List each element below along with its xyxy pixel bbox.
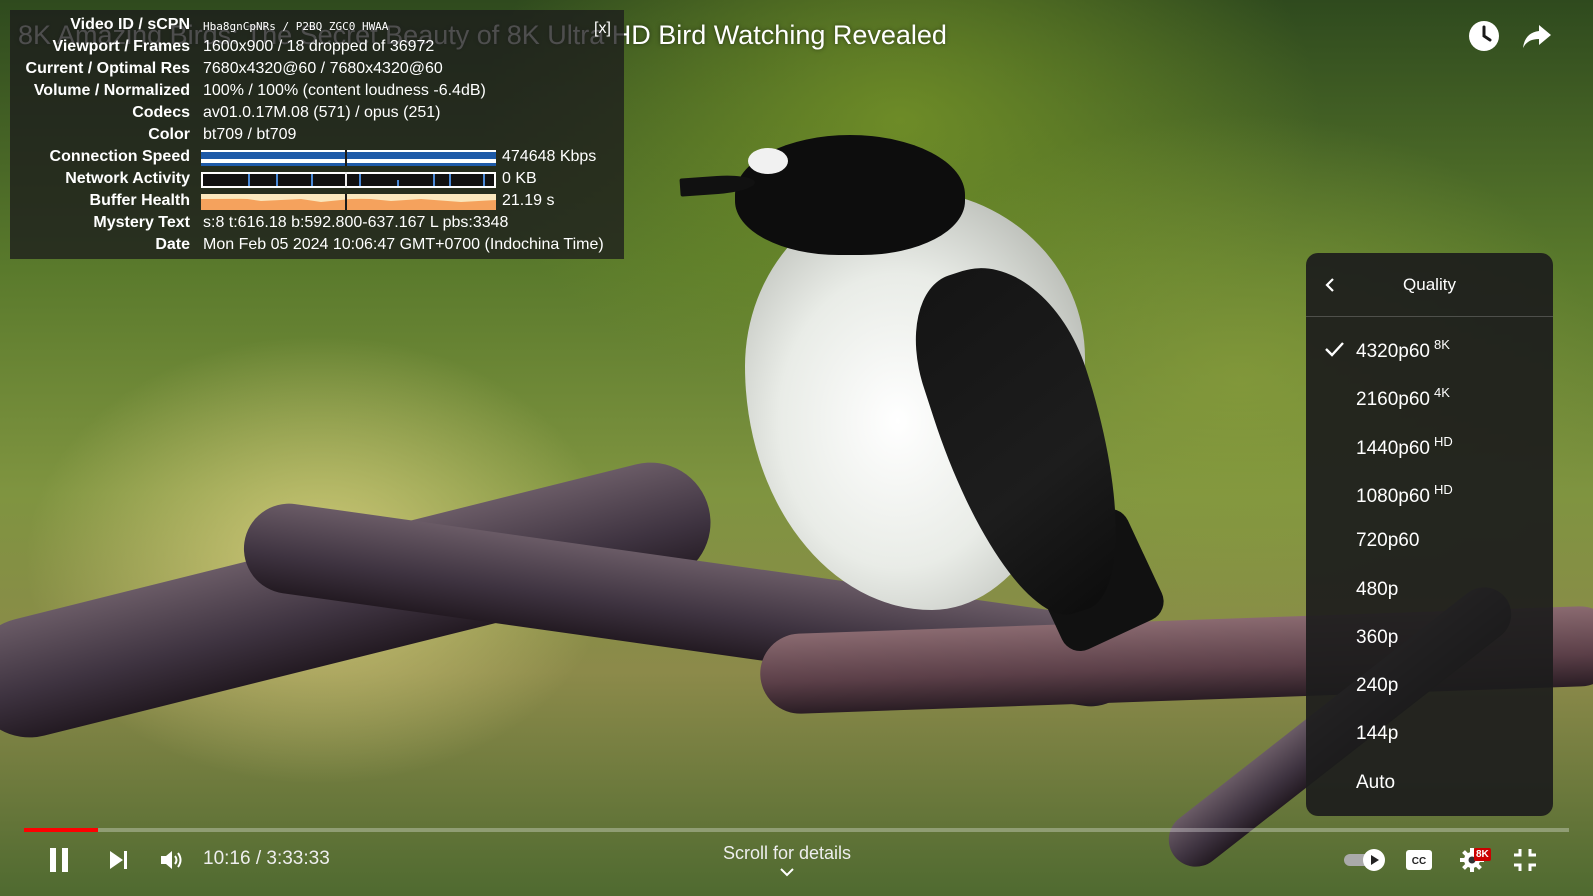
stats-row-video-id: Video ID / sCPN Hba8gnCpNRs / P2BQ ZGC0 … <box>10 16 624 38</box>
quality-option-text: 1080p60 HD <box>1356 482 1453 508</box>
stats-label: Volume / Normalized <box>33 82 190 99</box>
stats-label: Color <box>148 126 190 143</box>
quality-option-480p[interactable]: 480p <box>1306 567 1553 615</box>
stats-row-buffer: Buffer Health 21.19 s <box>10 192 624 214</box>
stats-value: s:8 t:616.18 b:592.800-637.167 L pbs:334… <box>203 214 509 231</box>
connection-speed-graph <box>201 150 496 166</box>
chevron-down-icon[interactable] <box>779 866 795 878</box>
quality-option-badge: 8K <box>1433 337 1450 352</box>
stats-row-connection: Connection Speed 474648 Kbps <box>10 148 624 170</box>
stats-row-date: Date Mon Feb 05 2024 10:06:47 GMT+0700 (… <box>10 236 624 258</box>
progress-played <box>24 828 99 832</box>
quality-option-label: 240p <box>1356 675 1399 697</box>
quality-option-badge: HD <box>1433 433 1453 449</box>
quality-option-label: 2160p60 <box>1356 389 1430 411</box>
stats-value: Mon Feb 05 2024 10:06:47 GMT+0700 (Indoc… <box>203 236 604 253</box>
quality-menu: Quality 4320p60 8K 2160p60 4K 1440p60 HD 1080p… <box>1306 253 1553 816</box>
quality-option-text: 1440p60 HD <box>1356 434 1453 460</box>
quality-option-text: 2160p60 4K <box>1356 385 1450 411</box>
stats-label: Viewport / Frames <box>52 38 190 55</box>
stats-label: Current / Optimal Res <box>25 60 190 77</box>
quality-option-240p[interactable]: 240p <box>1306 663 1553 711</box>
quality-option-label: 1440p60 <box>1356 437 1430 459</box>
stats-value: 100% / 100% (content loudness -6.4dB) <box>203 82 486 99</box>
network-activity-graph <box>201 172 496 188</box>
quality-option-2160p60[interactable]: 2160p60 4K <box>1306 373 1553 421</box>
quality-option-720p60[interactable]: 720p60 <box>1306 518 1553 566</box>
quality-option-auto[interactable]: Auto <box>1306 760 1553 808</box>
stats-value: 1600x900 / 18 dropped of 36972 <box>203 38 435 55</box>
captions-icon[interactable]: CC <box>1403 844 1435 876</box>
stats-value: 0 KB <box>502 170 537 187</box>
checkmark-icon <box>1325 342 1344 357</box>
quality-option-label: 720p60 <box>1356 530 1420 552</box>
stats-value: 21.19 s <box>502 192 555 209</box>
stats-label: Connection Speed <box>49 148 190 165</box>
quality-option-text: 4320p60 8K <box>1356 337 1450 363</box>
quality-option-144p[interactable]: 144p <box>1306 711 1553 759</box>
stats-row-volume: Volume / Normalized 100% / 100% (content… <box>10 82 624 104</box>
quality-option-1080p60[interactable]: 1080p60 HD <box>1306 470 1553 518</box>
progress-bar[interactable] <box>24 828 1569 832</box>
stats-value: av01.0.17M.08 (571) / opus (251) <box>203 104 441 121</box>
buffer-health-graph <box>201 194 496 210</box>
bird-graphic <box>748 148 788 174</box>
quality-menu-title: Quality <box>1403 275 1456 294</box>
stats-label: Date <box>155 236 190 253</box>
stats-value: 7680x4320@60 / 7680x4320@60 <box>203 60 443 77</box>
stats-row-network: Network Activity 0 KB <box>10 170 624 192</box>
quality-option-label: 480p <box>1356 578 1399 600</box>
stats-label: Network Activity <box>65 170 190 187</box>
stats-row-codecs: Codecs av01.0.17M.08 (571) / opus (251) <box>10 104 624 126</box>
stats-row-color: Color bt709 / bt709 <box>10 126 624 148</box>
quality-option-badge: HD <box>1433 481 1453 497</box>
quality-option-badge: 4K <box>1433 385 1450 401</box>
autoplay-toggle-icon[interactable] <box>1341 844 1389 876</box>
fullscreen-exit-icon[interactable] <box>1510 844 1540 876</box>
stats-row-mystery: Mystery Text s:8 t:616.18 b:592.800-637.… <box>10 214 624 236</box>
stats-label: Codecs <box>132 104 190 121</box>
stats-value: 474648 Kbps <box>502 148 597 165</box>
pause-icon[interactable] <box>44 844 74 876</box>
quality-option-label: Auto <box>1356 771 1396 793</box>
stats-value: bt709 / bt709 <box>203 126 297 143</box>
stats-label: Mystery Text <box>93 214 190 231</box>
quality-option-1440p60[interactable]: 1440p60 HD <box>1306 422 1553 470</box>
stats-for-nerds-panel: [x] Video ID / sCPN Hba8gnCpNRs / P2BQ Z… <box>10 10 624 259</box>
quality-badge: 8K <box>1474 848 1491 861</box>
quality-option-label: 4320p60 <box>1356 341 1430 362</box>
stats-label: Buffer Health <box>89 192 190 209</box>
quality-option-label: 144p <box>1356 723 1399 745</box>
svg-text:CC: CC <box>1412 856 1426 867</box>
volume-icon[interactable] <box>157 844 187 876</box>
quality-option-label: 360p <box>1356 626 1399 648</box>
next-icon[interactable] <box>104 844 134 876</box>
clock-icon[interactable] <box>1466 18 1502 54</box>
quality-menu-header[interactable]: Quality <box>1306 253 1553 317</box>
stats-row-resolution: Current / Optimal Res 7680x4320@60 / 768… <box>10 60 624 82</box>
scroll-for-details-label[interactable]: Scroll for details <box>690 843 884 864</box>
quality-option-label: 1080p60 <box>1356 485 1430 507</box>
stats-row-viewport: Viewport / Frames 1600x900 / 18 dropped … <box>10 38 624 60</box>
time-display: 10:16 / 3:33:33 <box>203 848 330 869</box>
quality-option-4320p60[interactable]: 4320p60 8K <box>1306 325 1553 373</box>
stats-label: Video ID / sCPN <box>70 16 190 33</box>
quality-option-360p[interactable]: 360p <box>1306 615 1553 663</box>
stats-value: Hba8gnCpNRs / P2BQ ZGC0 HWAA <box>203 20 389 33</box>
share-icon[interactable] <box>1519 18 1555 54</box>
